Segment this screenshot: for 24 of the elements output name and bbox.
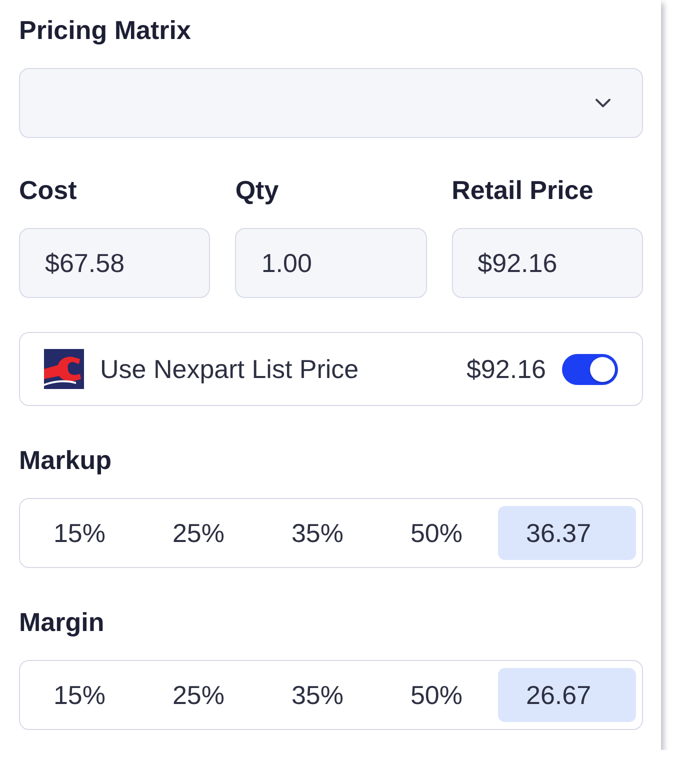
- segment-option[interactable]: 15%: [22, 506, 137, 560]
- field-label: Pricing Matrix: [19, 14, 191, 47]
- input-field[interactable]: $67.58: [19, 228, 210, 298]
- segment-option[interactable]: 35%: [260, 506, 375, 560]
- segment-option[interactable]: 25%: [141, 668, 256, 722]
- segment-option[interactable]: 35%: [260, 668, 375, 722]
- segment-option[interactable]: 50%: [379, 506, 494, 560]
- section-label: Margin: [19, 606, 104, 639]
- input-field[interactable]: $92.16: [452, 228, 643, 298]
- list-price-value: $92.16: [466, 354, 546, 384]
- segment-option[interactable]: 25%: [141, 506, 256, 560]
- segment-option[interactable]: 26.67: [498, 668, 636, 722]
- field-label: Qty: [235, 174, 279, 207]
- wrench-logo-icon: [44, 349, 84, 389]
- segment-option[interactable]: 36.37: [498, 506, 636, 560]
- segment-option[interactable]: 15%: [22, 668, 137, 722]
- segment-option[interactable]: 50%: [379, 668, 494, 722]
- input-field[interactable]: 1.00: [235, 228, 427, 298]
- toggle-switch[interactable]: [562, 354, 618, 384]
- list-price-label: Use Nexpart List Price: [100, 354, 359, 384]
- field-label: Cost: [19, 174, 77, 207]
- field-label: Retail Price: [452, 174, 594, 207]
- select-field[interactable]: [19, 68, 643, 138]
- section-label: Markup: [19, 444, 112, 477]
